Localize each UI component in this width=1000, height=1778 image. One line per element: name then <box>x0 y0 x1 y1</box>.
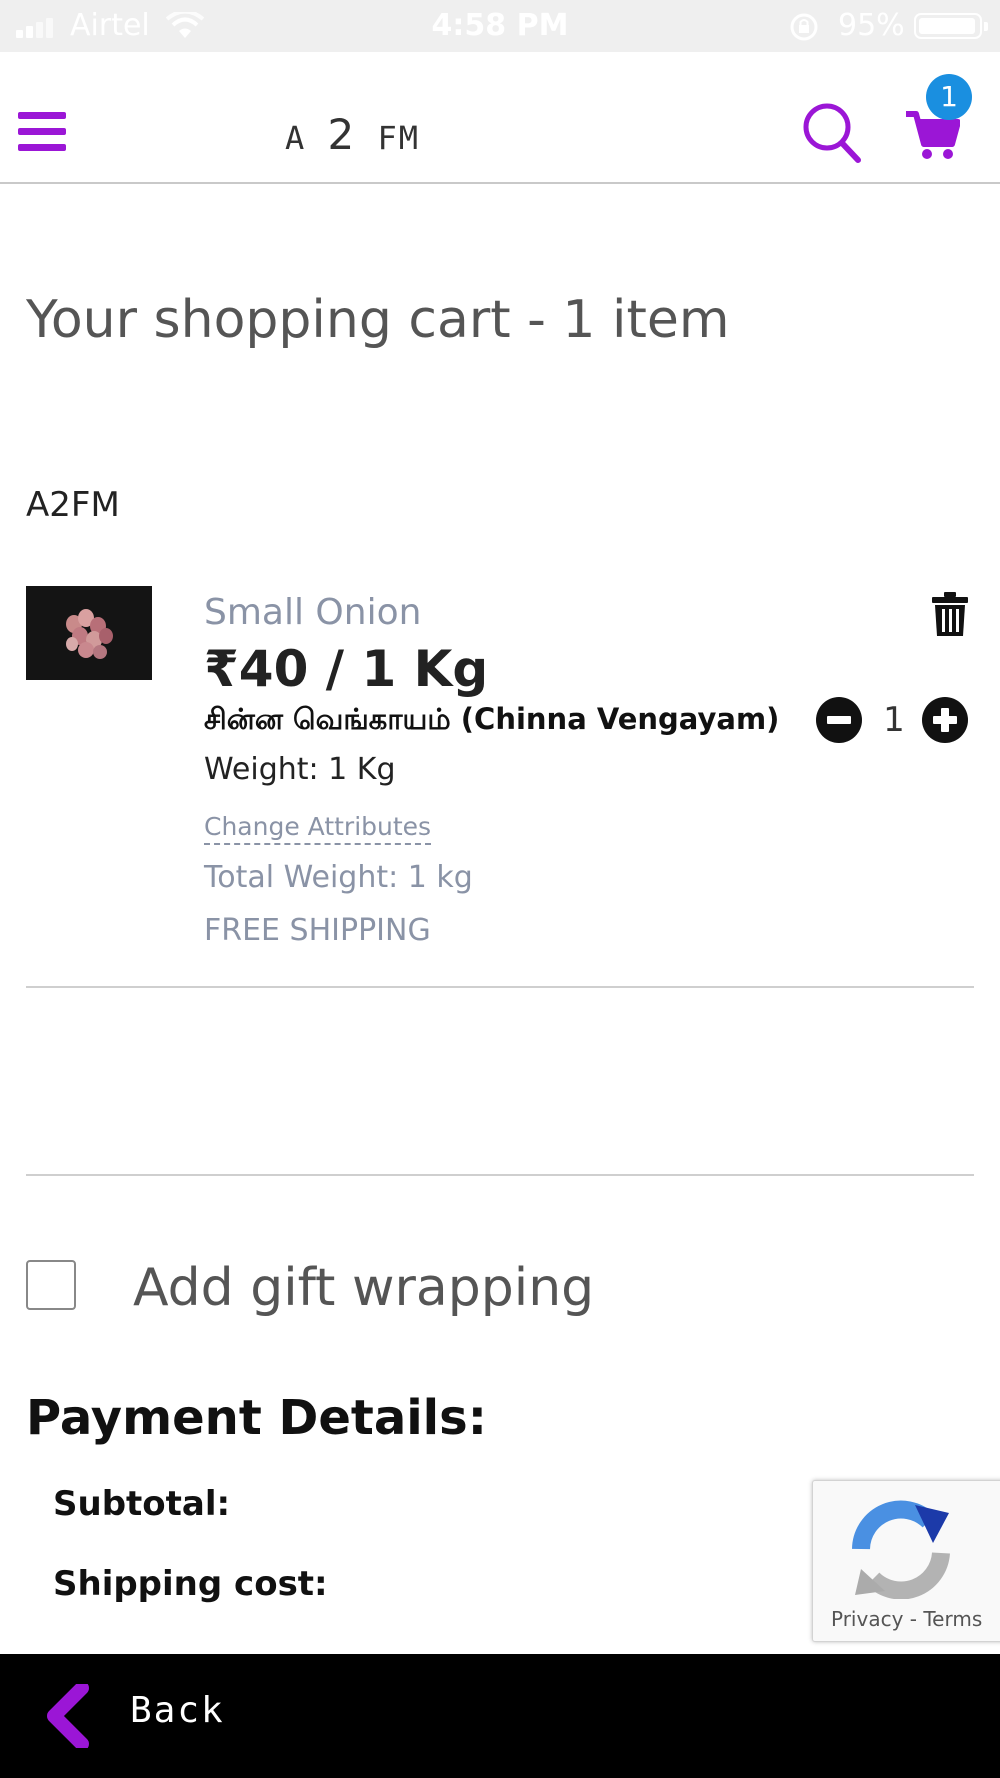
product-name[interactable]: Small Onion <box>204 592 421 633</box>
back-chevron-icon[interactable] <box>44 1684 92 1748</box>
status-bar: Airtel 4:58 PM 95% <box>0 0 1000 52</box>
gift-wrap-label[interactable]: Add gift wrapping <box>133 1258 594 1318</box>
cart-count-badge: 1 <box>926 74 972 120</box>
shipping-cost-label: Shipping cost: <box>53 1564 328 1604</box>
hamburger-menu-icon[interactable] <box>18 112 66 152</box>
bottom-bar: Back <box>0 1654 1000 1778</box>
battery-icon <box>914 13 988 39</box>
rotation-lock-icon <box>790 13 818 41</box>
total-weight: Total Weight: 1 kg <box>204 860 473 895</box>
product-thumbnail[interactable] <box>26 586 152 680</box>
app-header: A 2 FM 1 <box>0 52 1000 184</box>
free-shipping-note: FREE SHIPPING <box>204 913 431 948</box>
search-icon[interactable] <box>802 102 862 164</box>
recaptcha-terms-link[interactable]: Terms <box>923 1607 982 1631</box>
recaptcha-badge[interactable]: Privacy - Terms <box>812 1480 1000 1642</box>
item-divider <box>26 986 974 988</box>
change-attributes-link[interactable]: Change Attributes <box>204 812 432 845</box>
recaptcha-separator: - <box>903 1607 924 1631</box>
site-logo[interactable]: A 2 FM <box>285 110 420 159</box>
recaptcha-icon <box>852 1500 950 1599</box>
recaptcha-privacy-link[interactable]: Privacy <box>831 1607 903 1631</box>
page-title: Your shopping cart - 1 item <box>26 290 730 350</box>
section-divider <box>26 1174 974 1176</box>
battery-percent: 95% <box>838 8 905 43</box>
quantity-decrease-icon[interactable] <box>816 697 862 743</box>
recaptcha-links: Privacy - Terms <box>831 1607 982 1631</box>
quantity-increase-icon[interactable] <box>922 697 968 743</box>
subtotal-label: Subtotal: <box>53 1484 231 1524</box>
quantity-value: 1 <box>883 700 905 740</box>
product-local-name: சின்ன வெங்காயம் (Chinna Vengayam) <box>204 702 780 736</box>
payment-details-heading: Payment Details: <box>26 1390 487 1446</box>
product-price: ₹40 / 1 Kg <box>204 640 489 698</box>
gift-wrap-checkbox[interactable] <box>26 1260 76 1310</box>
back-button[interactable]: Back <box>130 1690 225 1731</box>
product-weight: Weight: 1 Kg <box>204 752 396 787</box>
vendor-name: A2FM <box>26 485 120 525</box>
trash-icon[interactable] <box>932 592 968 638</box>
